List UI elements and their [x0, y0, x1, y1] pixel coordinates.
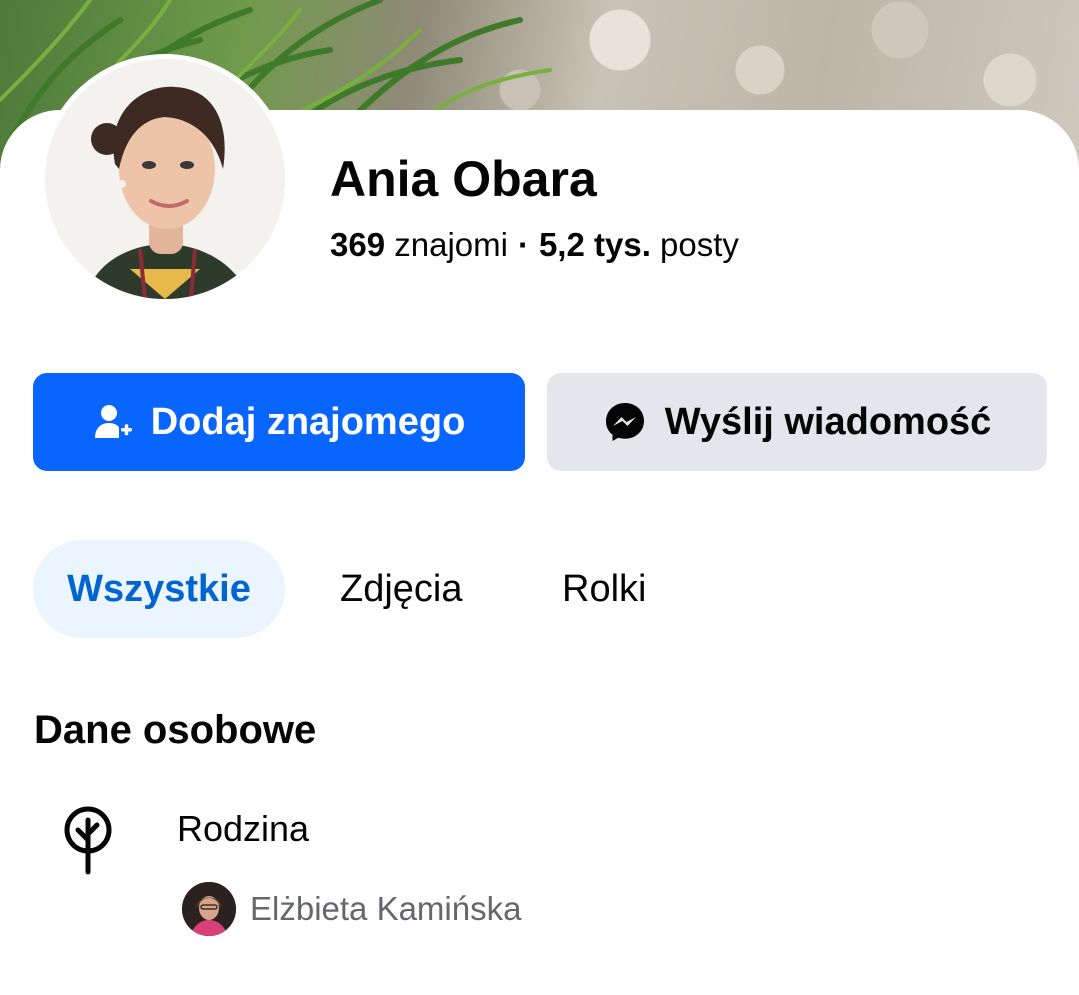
- profile-avatar[interactable]: [40, 54, 290, 304]
- family-member-link[interactable]: Elżbieta Kamińska: [182, 882, 521, 936]
- tree-icon: [64, 806, 112, 875]
- messenger-icon: [605, 403, 644, 441]
- add-friend-button[interactable]: Dodaj znajomego: [33, 373, 525, 471]
- profile-stats: 369 znajomi · 5,2 tys. posty: [330, 226, 739, 264]
- friends-count[interactable]: 369: [330, 226, 385, 263]
- add-friend-label: Dodaj znajomego: [150, 400, 466, 443]
- tab-reels[interactable]: Rolki: [562, 540, 646, 638]
- section-title-personal-details: Dane osobowe: [34, 708, 317, 752]
- tab-all-label: Wszystkie: [67, 567, 251, 610]
- send-message-button[interactable]: Wyślij wiadomość: [547, 373, 1047, 471]
- family-member-avatar: [182, 882, 236, 936]
- friends-label[interactable]: znajomi: [394, 226, 508, 263]
- profile-photo: [45, 59, 285, 299]
- profile-name: Ania Obara: [330, 151, 597, 207]
- tab-reels-label: Rolki: [562, 567, 647, 610]
- send-message-label: Wyślij wiadomość: [664, 400, 992, 443]
- add-friend-icon: [94, 405, 132, 438]
- family-label: Rodzina: [177, 808, 310, 849]
- posts-label: posty: [660, 226, 739, 263]
- tab-photos[interactable]: Zdjęcia: [340, 540, 463, 638]
- tab-photos-label: Zdjęcia: [340, 567, 463, 610]
- posts-count: 5,2 tys.: [538, 226, 651, 263]
- tab-all[interactable]: Wszystkie: [33, 540, 285, 638]
- family-member-name: Elżbieta Kamińska: [250, 890, 522, 927]
- stats-separator: ·: [517, 226, 529, 263]
